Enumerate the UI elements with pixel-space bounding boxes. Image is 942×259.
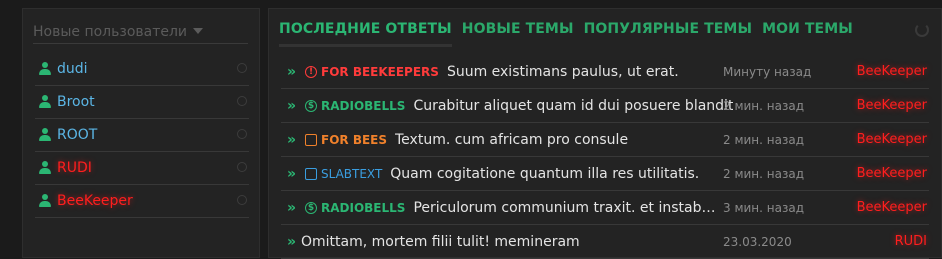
double-chevron-right-icon: » — [287, 233, 296, 250]
user-name[interactable]: BeeKeeper — [57, 193, 133, 209]
topic-author[interactable]: BeeKeeper — [857, 132, 927, 147]
new-users-select[interactable]: Новые пользователи — [33, 21, 248, 44]
double-chevron-right-icon: » — [287, 165, 296, 182]
user-icon — [39, 128, 51, 142]
topic-title[interactable]: Suum existimans paulus, ut erat. — [447, 64, 679, 80]
dollar-icon: $ — [305, 201, 317, 214]
status-icon — [237, 63, 247, 73]
user-item[interactable]: dudi — [35, 53, 249, 86]
forum-name: SLABTEXT — [321, 166, 383, 181]
topic-row[interactable]: » $ RADIOBELLS Periculorum communium tra… — [281, 191, 929, 225]
tab-my-topics[interactable]: МОИ ТЕМЫ — [762, 21, 853, 47]
topic-author[interactable]: RUDI — [895, 234, 927, 249]
topic-row[interactable]: » $ RADIOBELLS Curabitur aliquet quam id… — [281, 89, 929, 123]
user-item[interactable]: RUDI — [35, 152, 249, 185]
topic-time: 3 мин. назад — [723, 200, 805, 215]
double-chevron-right-icon: » — [287, 97, 296, 114]
forum-tag[interactable]: ! FOR BEEKEEPERS — [305, 65, 439, 79]
topic-author[interactable]: BeeKeeper — [857, 64, 927, 79]
topic-row[interactable]: » SLABTEXT Quam cogitatione quantum illa… — [281, 157, 929, 191]
user-list: dudi Broot ROOT RUDI BeeKeeper — [35, 53, 249, 218]
user-name[interactable]: dudi — [57, 61, 88, 77]
double-chevron-right-icon: » — [287, 63, 296, 80]
topic-row[interactable]: » FOR BEES Textum. cum africam pro consu… — [281, 123, 929, 157]
status-icon — [237, 162, 247, 172]
topic-author[interactable]: BeeKeeper — [857, 200, 927, 215]
topic-author[interactable]: BeeKeeper — [857, 98, 927, 113]
topics-panel: ПОСЛЕДНИЕ ОТВЕТЫ НОВЫЕ ТЕМЫ ПОПУЛЯРНЫЕ Т… — [268, 8, 942, 259]
chevron-down-icon — [193, 28, 204, 34]
topic-title[interactable]: Quam cogitatione quantum illa res utilit… — [390, 166, 699, 182]
inbox-icon — [305, 167, 317, 180]
forum-name: RADIOBELLS — [321, 200, 406, 215]
dollar-icon: $ — [305, 99, 317, 112]
user-name[interactable]: RUDI — [57, 160, 92, 176]
topic-time: Минуту назад — [723, 64, 812, 79]
topic-title[interactable]: Periculorum communium traxit. et instaba… — [413, 200, 723, 216]
topic-title[interactable]: Textum. cum africam pro consule — [395, 132, 628, 148]
wallet-icon — [305, 133, 317, 146]
user-icon — [39, 95, 51, 109]
alert-icon: ! — [305, 65, 317, 78]
forum-name: FOR BEES — [321, 132, 387, 147]
user-icon — [39, 161, 51, 175]
new-users-panel: Новые пользователи dudi Broot ROOT RUDI … — [22, 8, 260, 258]
user-item[interactable]: BeeKeeper — [35, 185, 249, 218]
topic-author[interactable]: BeeKeeper — [857, 166, 927, 181]
topic-row[interactable]: » Omittam, mortem filii tulit! memineram… — [281, 225, 929, 259]
topic-time: 2 мин. назад — [723, 166, 805, 181]
forum-tag[interactable]: SLABTEXT — [305, 167, 382, 181]
forum-tag[interactable]: $ RADIOBELLS — [305, 99, 405, 113]
double-chevron-right-icon: » — [287, 131, 296, 148]
topic-title[interactable]: Omittam, mortem filii tulit! memineram — [301, 234, 580, 250]
forum-name: FOR BEEKEEPERS — [321, 64, 439, 79]
forum-tag[interactable]: FOR BEES — [305, 133, 387, 147]
topic-row[interactable]: » ! FOR BEEKEEPERS Suum existimans paulu… — [281, 55, 929, 89]
tab-popular-topics[interactable]: ПОПУЛЯРНЫЕ ТЕМЫ — [584, 21, 753, 47]
user-name[interactable]: ROOT — [57, 127, 97, 143]
user-icon — [39, 62, 51, 76]
topic-title[interactable]: Curabitur aliquet quam id dui posuere bl… — [413, 98, 733, 114]
double-chevron-right-icon: » — [287, 199, 296, 216]
forum-name: RADIOBELLS — [321, 98, 406, 113]
topic-time: 2 мин. назад — [723, 98, 805, 113]
status-icon — [237, 96, 247, 106]
status-icon — [237, 129, 247, 139]
new-users-select-label: Новые пользователи — [33, 24, 188, 40]
topic-list: » ! FOR BEEKEEPERS Suum existimans paulu… — [281, 55, 929, 259]
user-name[interactable]: Broot — [57, 94, 95, 110]
topic-time: 23.03.2020 — [723, 234, 792, 249]
forum-tag[interactable]: $ RADIOBELLS — [305, 201, 405, 215]
user-icon — [39, 194, 51, 208]
user-item[interactable]: Broot — [35, 86, 249, 119]
tab-latest-replies[interactable]: ПОСЛЕДНИЕ ОТВЕТЫ — [279, 21, 452, 47]
user-item[interactable]: ROOT — [35, 119, 249, 152]
refresh-icon[interactable] — [915, 23, 929, 37]
status-icon — [237, 195, 247, 205]
topic-time: 2 мин. назад — [723, 132, 805, 147]
tab-new-topics[interactable]: НОВЫЕ ТЕМЫ — [462, 21, 574, 47]
topic-tabs: ПОСЛЕДНИЕ ОТВЕТЫ НОВЫЕ ТЕМЫ ПОПУЛЯРНЫЕ Т… — [279, 21, 853, 47]
